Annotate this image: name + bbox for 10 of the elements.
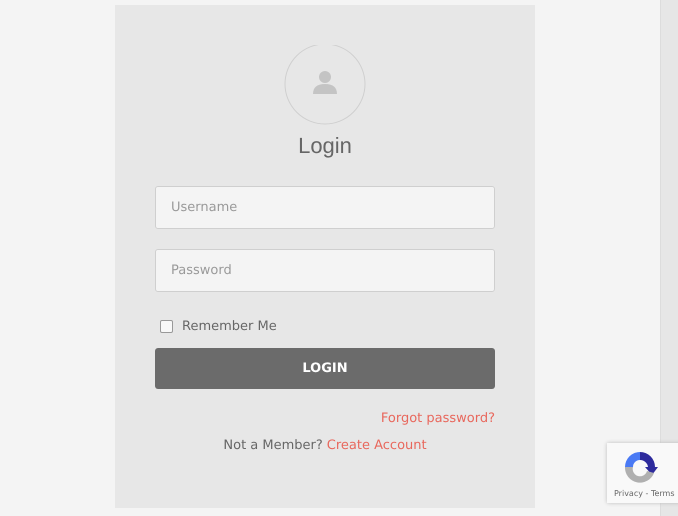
privacy-terms-text: Privacy - Terms [614,489,674,498]
input-field[interactable]: Username [155,186,495,229]
remember-label: Remember Me [182,319,277,334]
signup-prompt: Not a Member? [223,438,323,453]
input-field[interactable]: Password [155,249,495,292]
login-title: Login [298,133,352,159]
user-avatar-icon [284,45,366,125]
remember-checkbox[interactable] [160,320,173,333]
recaptcha-badge[interactable]: Privacy - Terms [607,443,678,503]
login-button[interactable]: LOGIN [155,348,495,389]
